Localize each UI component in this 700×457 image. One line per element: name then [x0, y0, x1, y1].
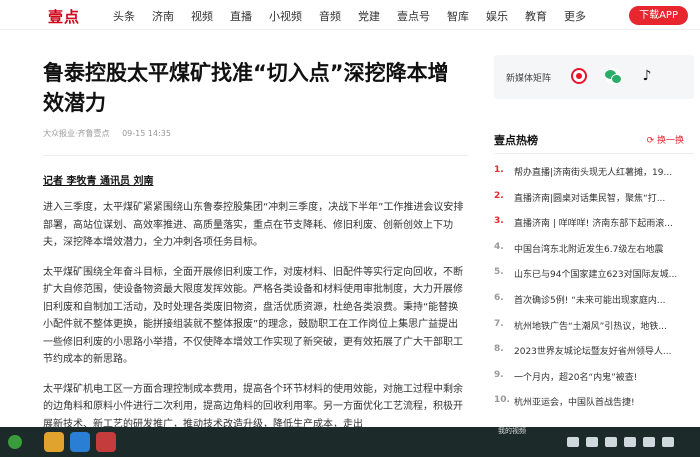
- file-explorer-icon[interactable]: [44, 432, 64, 452]
- hot-item-rank: 6.: [494, 292, 504, 303]
- hot-item-text[interactable]: 首次确诊5例! “未来可能出现家庭内...: [514, 293, 665, 306]
- hot-item[interactable]: 9. 一个月内，超20名“内鬼”被查!: [494, 370, 694, 396]
- tray-icon[interactable]: [586, 437, 598, 447]
- nav-item-party[interactable]: 党建: [358, 8, 380, 24]
- weibo-icon[interactable]: [571, 68, 587, 84]
- hot-list: 1. 帮办直播|济南街头现无人红薯摊，19... 2. 直播济南|圆桌对话集民智，聚…: [494, 165, 694, 421]
- tray-icon[interactable]: [605, 437, 617, 447]
- hot-item-rank: 3.: [494, 216, 504, 227]
- hot-item[interactable]: 6. 首次确诊5例! “未来可能出现家庭内...: [494, 293, 694, 319]
- start-icon[interactable]: [8, 435, 22, 449]
- refresh-label: 换一换: [656, 136, 684, 146]
- nav-item-short-video[interactable]: 小视频: [269, 8, 302, 24]
- hot-item-text[interactable]: 2023世界友城论坛暨友好省州领导人...: [514, 344, 672, 357]
- media-matrix: 新媒体矩阵 ♪: [494, 55, 694, 99]
- article-source[interactable]: 大众报业·齐鲁壹点: [43, 129, 110, 138]
- hot-item-rank: 5.: [494, 267, 504, 278]
- hot-item[interactable]: 8. 2023世界友城论坛暨友好省州领导人...: [494, 344, 694, 370]
- download-app-button[interactable]: 下载APP: [629, 6, 688, 25]
- hot-item[interactable]: 10. 杭州亚运会，中国队首战告捷!: [494, 395, 694, 421]
- nav-item-jinan[interactable]: 济南: [152, 8, 174, 24]
- tray-icon[interactable]: [567, 437, 579, 447]
- nav-item-yidianhao[interactable]: 壹点号: [397, 8, 430, 24]
- hot-item[interactable]: 7. 杭州地铁广告“土潮风”引热议，地铁...: [494, 319, 694, 345]
- taskbar-status-text[interactable]: 我的视频: [498, 426, 526, 436]
- nav-item-video[interactable]: 视频: [191, 8, 213, 24]
- article-byline: 记者 李牧青 通讯员 刘南: [43, 176, 154, 187]
- top-navbar: 壹点 头条 济南 视频 直播 小视频 音频 党建 壹点号 智库 娱乐 教育 更多…: [0, 0, 700, 30]
- hot-list-divider: [494, 153, 694, 154]
- media-matrix-label: 新媒体矩阵: [506, 74, 552, 84]
- app-icon[interactable]: [96, 432, 116, 452]
- hot-item-text[interactable]: 直播济南 | 咩咩咩! 济南东部下起雨滚...: [514, 216, 673, 229]
- divider: [43, 155, 468, 156]
- nav-item-education[interactable]: 教育: [525, 8, 547, 24]
- hot-item-text[interactable]: 杭州地铁广告“土潮风”引热议，地铁...: [514, 319, 667, 332]
- hot-item-text[interactable]: 一个月内，超20名“内鬼”被查!: [514, 370, 637, 383]
- hot-item-rank: 7.: [494, 318, 504, 329]
- article-meta: 大众报业·齐鲁壹点 09-15 14:35: [43, 128, 468, 139]
- hot-item-rank: 8.: [494, 344, 504, 355]
- hot-item-text[interactable]: 中国台湾东北附近发生6.7级左右地震: [514, 242, 663, 255]
- hot-item[interactable]: 5. 山东已与94个国家建立623对国际友城...: [494, 267, 694, 293]
- hot-item[interactable]: 4. 中国台湾东北附近发生6.7级左右地震: [494, 242, 694, 268]
- hot-list-header: 壹点热榜 ⟳ 换一换: [494, 132, 694, 150]
- douyin-icon[interactable]: ♪: [639, 68, 655, 84]
- hot-list-title: 壹点热榜: [494, 134, 538, 147]
- hot-item-text[interactable]: 直播济南|圆桌对话集民智，聚焦“打...: [514, 191, 665, 204]
- article-paragraph-1: 进入三季度，太平煤矿紧紧围绕山东鲁泰控股集团“冲刺三季度，决战下半年”工作推进会…: [43, 202, 464, 248]
- hot-item[interactable]: 1. 帮办直播|济南街头现无人红薯摊，19...: [494, 165, 694, 191]
- hot-item-text[interactable]: 山东已与94个国家建立623对国际友城...: [514, 267, 677, 280]
- site-logo[interactable]: 壹点: [48, 6, 80, 27]
- article-title: 鲁泰控股太平煤矿找准“切入点”深挖降本增效潜力: [43, 61, 449, 115]
- hot-item-rank: 4.: [494, 241, 504, 252]
- hot-item-text[interactable]: 杭州亚运会，中国队首战告捷!: [514, 395, 635, 408]
- refresh-button[interactable]: ⟳ 换一换: [647, 133, 684, 146]
- system-tray: [567, 437, 674, 447]
- os-taskbar: [0, 427, 700, 457]
- tray-icon[interactable]: [624, 437, 636, 447]
- hot-item[interactable]: 3. 直播济南 | 咩咩咩! 济南东部下起雨滚...: [494, 216, 694, 242]
- hot-item-text[interactable]: 帮办直播|济南街头现无人红薯摊，19...: [514, 165, 672, 178]
- nav-item-think-tank[interactable]: 智库: [447, 8, 469, 24]
- hot-item-rank: 2.: [494, 190, 504, 201]
- article-date: 09-15 14:35: [122, 129, 171, 138]
- wechat-icon[interactable]: [605, 68, 622, 84]
- article: 鲁泰控股太平煤矿找准“切入点”深挖降本增效潜力 大众报业·齐鲁壹点 09-15 …: [43, 58, 468, 433]
- nav-menu: 头条 济南 视频 直播 小视频 音频 党建 壹点号 智库 娱乐 教育 更多: [113, 8, 603, 24]
- article-paragraph-2: 太平煤矿围绕全年奋斗目标，全面开展修旧利废工作，对废材料、旧配件等实行定向回收，…: [43, 266, 463, 366]
- tray-icon[interactable]: [643, 437, 655, 447]
- nav-item-live[interactable]: 直播: [230, 8, 252, 24]
- refresh-icon: ⟳: [646, 136, 657, 146]
- browser-icon[interactable]: [70, 432, 90, 452]
- hot-item[interactable]: 2. 直播济南|圆桌对话集民智，聚焦“打...: [494, 191, 694, 217]
- tray-icon[interactable]: [662, 437, 674, 447]
- article-paragraph-3: 太平煤矿机电工区一方面合理控制成本费用，提高各个环节材料的使用效能，对施工过程中…: [43, 383, 463, 430]
- nav-item-headline[interactable]: 头条: [113, 8, 135, 24]
- nav-item-more[interactable]: 更多: [564, 8, 586, 24]
- nav-item-audio[interactable]: 音频: [319, 8, 341, 24]
- hot-item-rank: 1.: [494, 165, 504, 175]
- nav-item-entertainment[interactable]: 娱乐: [486, 8, 508, 24]
- hot-item-rank: 10.: [494, 395, 510, 406]
- hot-item-rank: 9.: [494, 369, 504, 380]
